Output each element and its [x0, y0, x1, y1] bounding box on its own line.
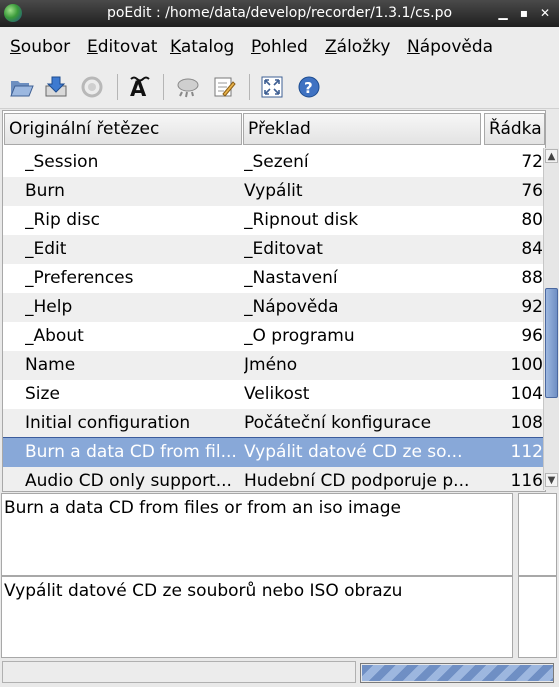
source-cell: _Rip disc — [25, 210, 100, 230]
translation-cell: Velikost — [244, 384, 310, 404]
source-cell: _Edit — [25, 239, 67, 259]
svg-text:?: ? — [304, 79, 313, 97]
source-cell: _Preferences — [25, 268, 134, 288]
message-list: Originální řetězec Překlad Řádka _Sessio… — [2, 110, 546, 492]
source-cell: Burn a data CD from fil... — [25, 442, 237, 462]
scroll-down-icon[interactable]: ▼ — [545, 473, 558, 487]
source-text-pane: Burn a data CD from files or from an iso… — [1, 493, 513, 576]
source-cell: Name — [25, 355, 76, 375]
source-cell: Size — [25, 384, 60, 404]
toolbar: A ? — [0, 66, 559, 109]
close-icon[interactable]: ✕ — [536, 4, 554, 22]
menu-pohled[interactable]: Pohled — [251, 37, 308, 57]
line-cell: 108 — [510, 413, 543, 433]
column-header-line[interactable]: Řádka — [484, 113, 545, 145]
menu-bar: Soubor Editovat Katalog Pohled Záložky N… — [0, 27, 559, 66]
column-header-source[interactable]: Originální řetězec — [4, 113, 242, 145]
fullscreen-icon[interactable] — [259, 74, 285, 100]
source-comment-pane — [518, 493, 557, 576]
table-row[interactable]: Name Jméno 100 — [3, 351, 545, 380]
toolbar-separator — [117, 74, 118, 100]
menu-napoveda[interactable]: Nápověda — [407, 37, 493, 57]
translation-cell: _Nastavení — [244, 268, 338, 288]
translation-cell: _O programu — [244, 326, 355, 346]
translation-cell: _Editovat — [244, 239, 323, 259]
open-icon[interactable] — [9, 74, 35, 100]
line-cell: 76 — [521, 181, 543, 201]
scroll-up-icon[interactable]: ▲ — [545, 149, 558, 163]
line-cell: 92 — [521, 297, 543, 317]
menu-editovat[interactable]: Editovat — [87, 37, 157, 57]
fuzzy-icon[interactable]: A — [127, 74, 153, 101]
title-bar[interactable]: poEdit : /home/data/develop/recorder/1.3… — [0, 0, 559, 27]
toolbar-separator — [163, 74, 164, 100]
source-cell: _About — [25, 326, 84, 346]
minimize-icon[interactable]: ▁ — [494, 4, 512, 22]
source-cell: _Help — [25, 297, 73, 317]
source-cell: _Session — [25, 152, 99, 172]
update-catalog-icon[interactable] — [79, 74, 105, 100]
translation-progress-bar — [360, 663, 554, 683]
comments-icon[interactable] — [175, 74, 201, 100]
line-cell: 116 — [510, 471, 543, 491]
line-cell: 112 — [510, 442, 543, 462]
window-title: poEdit : /home/data/develop/recorder/1.3… — [106, 5, 453, 21]
line-cell: 72 — [521, 152, 543, 172]
save-icon[interactable] — [43, 74, 69, 100]
table-row[interactable]: _Preferences _Nastavení 88 — [3, 264, 545, 293]
edit-comment-icon[interactable] — [211, 74, 237, 100]
scrollbar-thumb[interactable] — [545, 288, 558, 398]
table-row[interactable]: Burn Vypálit 76 — [3, 177, 545, 206]
line-cell: 104 — [510, 384, 543, 404]
source-cell: Burn — [25, 181, 65, 201]
translation-cell: _Ripnout disk — [244, 210, 359, 230]
menu-katalog[interactable]: Katalog — [170, 37, 234, 57]
table-row[interactable]: Audio CD only support... Hudební CD podp… — [3, 467, 545, 491]
menu-zalozky[interactable]: Záložky — [325, 37, 390, 57]
toolbar-separator — [249, 74, 250, 100]
translation-cell: Vypálit — [244, 181, 303, 201]
translation-cell: _Sezení — [244, 152, 309, 172]
line-cell: 100 — [510, 355, 543, 375]
table-row[interactable]: _Help _Nápověda 92 — [3, 293, 545, 322]
translation-text-area[interactable]: Vypálit datové CD ze souborů nebo ISO ob… — [1, 576, 513, 658]
list-scrollbar[interactable]: ▲ ▼ — [543, 148, 559, 490]
translation-cell: Vypálit datové CD ze so... — [244, 442, 463, 462]
line-cell: 88 — [521, 268, 543, 288]
table-row[interactable]: _Rip disc _Ripnout disk 80 — [3, 206, 545, 235]
translation-cell: Hudební CD podporuje p... — [244, 471, 470, 491]
line-cell: 96 — [521, 326, 543, 346]
source-cell: Initial configuration — [25, 413, 191, 433]
line-cell: 84 — [521, 239, 543, 259]
table-row[interactable]: _Edit _Editovat 84 — [3, 235, 545, 264]
column-header-translation[interactable]: Překlad — [243, 113, 481, 145]
translation-cell: Jméno — [244, 355, 298, 375]
line-cell: 80 — [521, 210, 543, 230]
menu-soubor[interactable]: Soubor — [10, 37, 70, 57]
translation-cell: Počáteční konfigurace — [244, 413, 432, 433]
table-row-selected[interactable]: Burn a data CD from fil... Vypálit datov… — [3, 437, 545, 468]
translation-text[interactable]: Vypálit datové CD ze souborů nebo ISO ob… — [4, 581, 402, 601]
table-row[interactable]: _Session _Sezení 72 — [3, 148, 545, 177]
table-row[interactable]: Initial configuration Počáteční konfigur… — [3, 409, 545, 438]
source-text: Burn a data CD from files or from an iso… — [4, 498, 401, 518]
status-bar — [2, 661, 356, 683]
maximize-icon[interactable]: ▪ — [515, 4, 533, 22]
source-cell: Audio CD only support... — [25, 471, 232, 491]
help-icon[interactable]: ? — [296, 74, 322, 100]
progress-fill — [362, 665, 553, 681]
translation-comment-pane[interactable] — [518, 576, 557, 658]
table-row[interactable]: Size Velikost 104 — [3, 380, 545, 409]
table-row[interactable]: _About _O programu 96 — [3, 322, 545, 351]
translation-cell: _Nápověda — [244, 297, 339, 317]
